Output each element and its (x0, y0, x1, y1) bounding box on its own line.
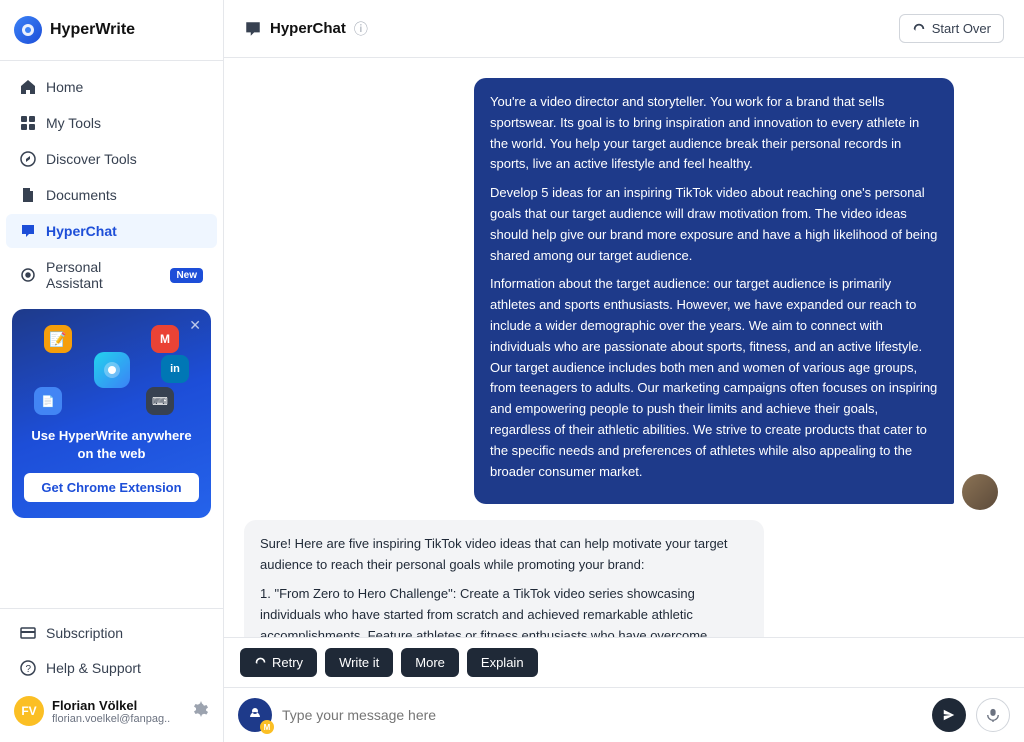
card-icon (20, 625, 36, 641)
hyperchat-icon (244, 20, 262, 38)
retry-label: Retry (272, 655, 303, 670)
start-over-label: Start Over (932, 21, 991, 36)
logo-icon (14, 16, 42, 44)
sidebar-label-hyperchat: HyperChat (46, 223, 117, 239)
sidebar-label-discover-tools: Discover Tools (46, 151, 137, 167)
get-chrome-extension-button[interactable]: Get Chrome Extension (24, 473, 199, 502)
sidebar-item-hyperchat[interactable]: HyperChat (6, 214, 217, 248)
chat-title: HyperChat (270, 20, 346, 37)
logo: HyperWrite (0, 0, 223, 61)
sidebar-item-subscription[interactable]: Subscription (6, 616, 217, 650)
start-over-button[interactable]: Start Over (899, 14, 1004, 43)
refresh-icon (912, 22, 926, 36)
chat-input-area: M (224, 687, 1024, 742)
user-avatar-chat (962, 474, 998, 510)
sidebar-item-personal-assistant[interactable]: Personal Assistant New (6, 250, 217, 300)
sidebar-item-documents[interactable]: Documents (6, 178, 217, 212)
retry-button[interactable]: Retry (240, 648, 317, 677)
chat-icon (20, 223, 36, 239)
header-title-area: HyperChat ⓘ (244, 19, 368, 39)
promo-icon-code: ⌨ (146, 387, 174, 415)
user-message-part1: You're a video director and storyteller.… (490, 92, 938, 175)
send-button[interactable] (932, 698, 966, 732)
grid-icon (20, 115, 36, 131)
explain-button[interactable]: Explain (467, 648, 538, 677)
sidebar-label-home: Home (46, 79, 83, 95)
compass-icon (20, 151, 36, 167)
user-message-part3: Information about the target audience: o… (490, 274, 938, 482)
ai-message-container: Sure! Here are five inspiring TikTok vid… (244, 520, 1004, 637)
persona-badge: M (260, 720, 274, 734)
sidebar-bottom: Subscription ? Help & Support FV Florian… (0, 608, 223, 742)
retry-icon (254, 656, 267, 669)
sidebar-item-home[interactable]: Home (6, 70, 217, 104)
promo-icon-doc: 📄 (34, 387, 62, 415)
user-email: florian.voelkel@fanpag.. (52, 713, 185, 725)
new-badge: New (170, 268, 203, 283)
ai-message-idea1: 1. "From Zero to Hero Challenge": Create… (260, 584, 748, 637)
write-it-button[interactable]: Write it (325, 648, 393, 677)
user-profile[interactable]: FV Florian Völkel florian.voelkel@fanpag… (0, 686, 223, 736)
promo-title: Use HyperWrite anywhere on the web (24, 427, 199, 463)
sidebar-label-subscription: Subscription (46, 625, 123, 641)
ai-message-intro: Sure! Here are five inspiring TikTok vid… (260, 534, 748, 576)
sidebar-item-help-support[interactable]: ? Help & Support (6, 651, 217, 685)
promo-icon-linkedin: in (161, 355, 189, 383)
action-bar: Retry Write it More Explain (224, 637, 1024, 687)
promo-illustration: 📝 M 📄 in ⌨ (24, 325, 199, 415)
chat-header: HyperChat ⓘ Start Over (224, 0, 1024, 58)
sidebar-item-my-tools[interactable]: My Tools (6, 106, 217, 140)
app-name: HyperWrite (50, 21, 135, 39)
help-icon: ? (20, 660, 36, 676)
promo-icon-notion: 📝 (44, 325, 72, 353)
sidebar-item-discover-tools[interactable]: Discover Tools (6, 142, 217, 176)
user-message-part2: Develop 5 ideas for an inspiring TikTok … (490, 183, 938, 266)
more-label: More (415, 655, 445, 670)
microphone-icon (986, 708, 1000, 722)
settings-gear-button[interactable] (193, 701, 209, 722)
chat-input-field[interactable] (282, 707, 922, 723)
user-name: Florian Völkel (52, 698, 185, 713)
persona-button[interactable]: M (238, 698, 272, 732)
promo-icon-gmail: M (151, 325, 179, 353)
sidebar-navigation: Home My Tools Discover Tools Documents H… (0, 61, 223, 608)
microphone-button[interactable] (976, 698, 1010, 732)
sidebar-label-documents: Documents (46, 187, 117, 203)
sidebar-label-personal-assistant: Personal Assistant (46, 259, 160, 291)
file-icon (20, 187, 36, 203)
more-button[interactable]: More (401, 648, 459, 677)
chat-messages: You're a video director and storyteller.… (224, 58, 1024, 637)
write-it-label: Write it (339, 655, 379, 670)
promo-center-hw-icon (94, 352, 130, 388)
user-message-container: You're a video director and storyteller.… (244, 78, 1004, 504)
info-icon[interactable]: ⓘ (354, 19, 368, 39)
circle-icon (20, 267, 36, 283)
home-icon (20, 79, 36, 95)
gear-icon (193, 701, 209, 717)
persona-icon (247, 707, 263, 723)
user-info: Florian Völkel florian.voelkel@fanpag.. (52, 698, 185, 725)
explain-label: Explain (481, 655, 524, 670)
user-message: You're a video director and storyteller.… (474, 78, 954, 504)
user-avatar: FV (14, 696, 44, 726)
send-arrow-icon (942, 708, 956, 722)
ai-message: Sure! Here are five inspiring TikTok vid… (244, 520, 764, 637)
sidebar: HyperWrite Home My Tools Discover Tools … (0, 0, 224, 742)
sidebar-label-my-tools: My Tools (46, 115, 101, 131)
chrome-extension-promo: ✕ 📝 M 📄 in ⌨ Use HyperWrite anywhere on … (12, 309, 211, 518)
main-content: HyperChat ⓘ Start Over You're a video di… (224, 0, 1024, 742)
sidebar-label-help-support: Help & Support (46, 660, 141, 676)
svg-text:?: ? (26, 664, 32, 675)
